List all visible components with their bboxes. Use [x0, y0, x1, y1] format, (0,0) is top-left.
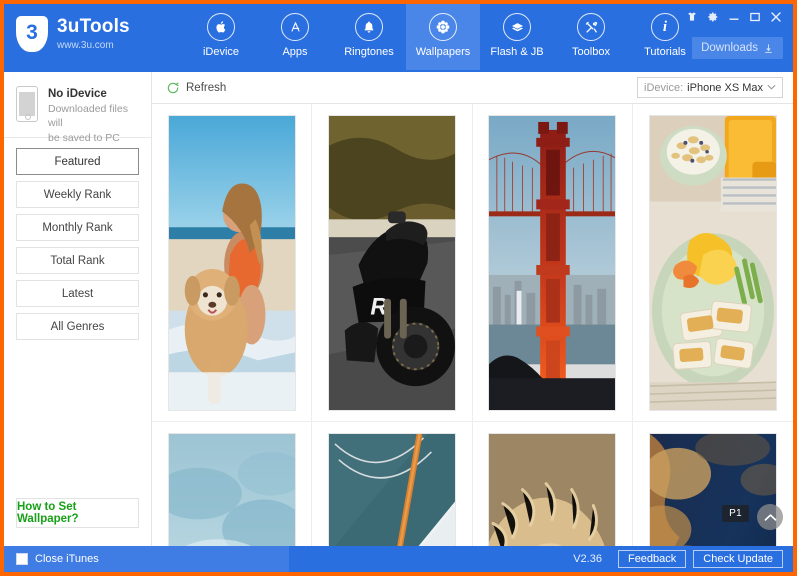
device-subtitle-line1: Downloaded files will: [48, 103, 128, 129]
tools-icon: [577, 13, 605, 41]
device-title: No iDevice: [48, 88, 107, 100]
version-label: V2.36: [573, 553, 602, 565]
tab-label: Toolbox: [572, 46, 610, 58]
info-icon: i: [651, 13, 679, 41]
tab-label: Tutorials: [644, 46, 686, 58]
wallpaper-grid-container[interactable]: R P1: [152, 104, 793, 546]
iphone-icon: [16, 86, 38, 122]
wallpaper-cell[interactable]: [472, 422, 633, 546]
wallpaper-cell[interactable]: [312, 422, 473, 546]
tab-idevice[interactable]: iDevice: [184, 4, 258, 70]
refresh-button[interactable]: Refresh: [166, 81, 226, 95]
brand-url: www.3u.com: [57, 39, 114, 51]
sidebar-item-monthly-rank[interactable]: Monthly Rank: [16, 214, 139, 241]
shield-logo-icon: 3: [16, 16, 48, 52]
close-button[interactable]: [766, 8, 785, 25]
app-body: No iDevice Downloaded files will be save…: [4, 72, 793, 546]
status-bar: Close iTunes V2.36 Feedback Check Update: [4, 546, 793, 572]
device-select-label: iDevice:: [644, 81, 684, 94]
tab-apps[interactable]: Apps: [258, 4, 332, 70]
device-select-value: iPhone XS Max: [687, 81, 763, 94]
device-status-panel: No iDevice Downloaded files will be save…: [4, 72, 151, 144]
wallpaper-cell[interactable]: [152, 422, 313, 546]
tab-toolbox[interactable]: Toolbox: [554, 4, 628, 70]
tab-wallpapers[interactable]: Wallpapers: [406, 4, 480, 70]
refresh-icon: [166, 81, 180, 95]
sidebar-item-label: Monthly Rank: [42, 221, 113, 234]
tab-label: Apps: [282, 46, 308, 58]
flower-icon: [429, 13, 457, 41]
download-arrow-icon: [763, 43, 774, 54]
wallpaper-cell[interactable]: [472, 104, 633, 422]
wallpaper-cell[interactable]: [632, 104, 793, 422]
tab-label: Ringtones: [344, 46, 394, 58]
feedback-label: Feedback: [627, 553, 677, 565]
wallpaper-cell[interactable]: [152, 104, 313, 422]
downloads-button[interactable]: Downloads: [692, 37, 783, 59]
appstore-icon: [281, 13, 309, 41]
chevron-up-icon: [764, 513, 777, 522]
app-window: 3 3uTools www.3u.com iDevice Apps Ringto…: [4, 4, 793, 572]
wallpaper-golden-gate-bridge[interactable]: [488, 114, 617, 411]
content-toolbar: Refresh iDevice: iPhone XS Max: [152, 72, 793, 104]
check-update-label: Check Update: [703, 553, 773, 565]
gear-icon[interactable]: [703, 8, 722, 25]
sidebar-item-latest[interactable]: Latest: [16, 280, 139, 307]
wallpaper-grid: R: [152, 104, 793, 546]
brand-name: 3uTools: [57, 15, 130, 37]
refresh-label: Refresh: [186, 81, 227, 94]
minimize-button[interactable]: [724, 8, 743, 25]
downloads-label: Downloads: [701, 42, 758, 54]
how-to-label: How to Set Wallpaper?: [17, 501, 79, 525]
bell-icon: [355, 13, 383, 41]
wallpaper-dusk-sky[interactable]: [648, 432, 777, 546]
tab-label: Wallpapers: [415, 46, 471, 58]
sidebar-item-label: Latest: [61, 287, 94, 300]
check-update-button[interactable]: Check Update: [693, 550, 783, 568]
scroll-to-top-button[interactable]: [757, 504, 783, 530]
flash-box-icon: [503, 13, 531, 41]
sidebar-item-label: Featured: [54, 155, 101, 168]
page-indicator-badge: P1: [722, 505, 749, 522]
close-itunes-label: Close iTunes: [35, 553, 99, 565]
tab-flash-jb[interactable]: Flash & JB: [480, 4, 554, 70]
wallpaper-cell[interactable]: R: [312, 104, 473, 422]
feedback-button[interactable]: Feedback: [617, 550, 687, 568]
sidebar-item-all-genres[interactable]: All Genres: [16, 313, 139, 340]
close-itunes-checkbox-row[interactable]: Close iTunes: [4, 546, 289, 572]
maximize-button[interactable]: [745, 8, 764, 25]
content-area: Refresh iDevice: iPhone XS Max R P1: [152, 72, 793, 546]
sidebar-item-label: Weekly Rank: [43, 188, 112, 201]
window-controls: [682, 8, 785, 25]
device-select-dropdown[interactable]: iDevice: iPhone XS Max: [637, 77, 783, 98]
how-to-set-wallpaper-button[interactable]: How to Set Wallpaper?: [16, 498, 139, 528]
sidebar-nav-list: Featured Weekly Rank Monthly Rank Total …: [4, 138, 151, 346]
sidebar-item-weekly-rank[interactable]: Weekly Rank: [16, 181, 139, 208]
app-header: 3 3uTools www.3u.com iDevice Apps Ringto…: [4, 4, 793, 72]
wallpaper-woman-sailing[interactable]: [327, 432, 456, 546]
tab-label: iDevice: [202, 46, 240, 58]
sidebar-item-label: Total Rank: [50, 254, 105, 267]
apple-icon: [207, 13, 235, 41]
wallpaper-blue-clouds[interactable]: [167, 432, 296, 546]
device-text-block: No iDevice Downloaded files will be save…: [48, 86, 143, 146]
app-logo: 3 3uTools www.3u.com: [16, 16, 166, 52]
logo-3-glyph: 3: [26, 21, 38, 44]
sidebar-item-total-rank[interactable]: Total Rank: [16, 247, 139, 274]
sidebar-item-featured[interactable]: Featured: [16, 148, 139, 175]
close-itunes-checkbox[interactable]: [16, 553, 28, 565]
sidebar-item-label: All Genres: [50, 320, 105, 333]
tab-ringtones[interactable]: Ringtones: [332, 4, 406, 70]
brand-block: 3uTools www.3u.com: [57, 15, 130, 52]
tab-label: Flash & JB: [490, 46, 544, 58]
chevron-down-icon: [767, 83, 776, 92]
main-nav-tabs: iDevice Apps Ringtones Wallpapers Flash …: [184, 4, 702, 70]
wallpaper-woman-dog-beach[interactable]: [167, 114, 296, 411]
wallpaper-lion[interactable]: [488, 432, 617, 546]
wallpaper-black-motorcycle[interactable]: R: [327, 114, 456, 411]
wallpaper-breakfast-plate[interactable]: [648, 114, 777, 411]
sidebar: No iDevice Downloaded files will be save…: [4, 72, 152, 546]
skin-icon[interactable]: [682, 8, 701, 25]
